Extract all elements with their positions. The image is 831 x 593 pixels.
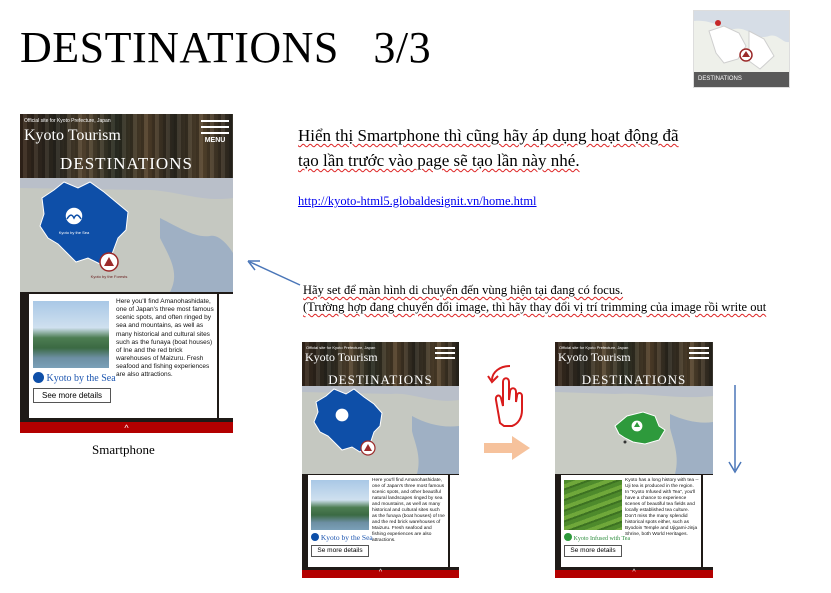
before-hamburger-icon xyxy=(435,347,455,359)
brand-logo[interactable]: Kyoto Tourism xyxy=(24,127,121,145)
destinations-heading: DESTINATIONS xyxy=(60,154,193,173)
pointer-arrow-icon xyxy=(247,260,301,286)
after-destinations-heading: DESTINATIONS xyxy=(581,372,687,387)
down-arrow-icon xyxy=(728,385,742,474)
annotation-overlay xyxy=(247,260,742,474)
menu-button[interactable]: MENU xyxy=(201,120,229,144)
swipe-gesture-icon xyxy=(487,365,523,427)
before-brand-logo[interactable]: Kyoto Tourism xyxy=(305,350,378,365)
before-destinations-heading: DESTINATIONS xyxy=(328,372,433,387)
official-site-label: Official site for Kyoto Prefecture, Japa… xyxy=(24,118,111,124)
after-menu-button[interactable] xyxy=(689,347,709,359)
after-brand-logo[interactable]: Kyoto Tourism xyxy=(558,350,631,365)
before-menu-button[interactable] xyxy=(435,347,455,359)
right-arrow-icon xyxy=(484,436,530,460)
after-hamburger-icon xyxy=(689,347,709,359)
hamburger-icon xyxy=(201,120,229,134)
menu-label: MENU xyxy=(204,137,226,144)
